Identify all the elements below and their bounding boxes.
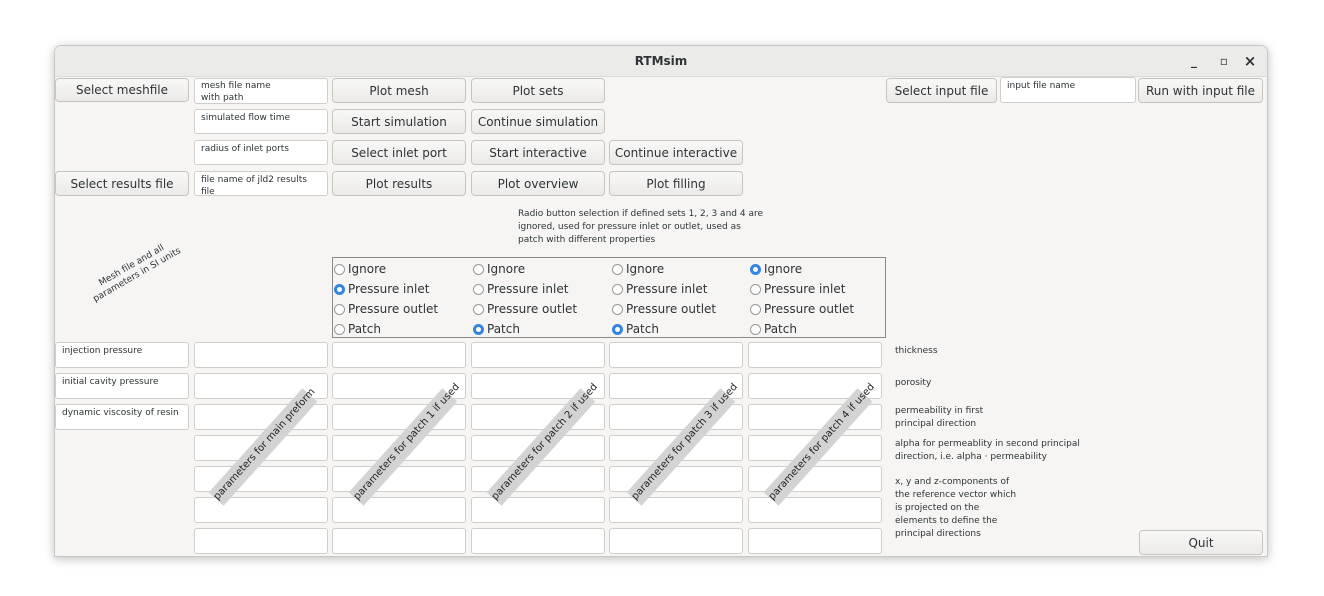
param-input-r1-c3[interactable] [471,342,605,368]
continue-interactive-button[interactable]: Continue interactive [609,140,743,165]
radio-indicator-icon[interactable] [750,263,761,275]
resin-viscosity-label: dynamic viscosity of resin [55,404,189,430]
radio-indicator-icon[interactable] [473,283,484,295]
mesh-file-input[interactable]: mesh file name with path [194,78,328,104]
radio-label: Patch [626,322,659,336]
radio-indicator-icon[interactable] [334,283,345,295]
radio-set1-ignore[interactable]: Ignore [334,259,386,279]
plot-results-button[interactable]: Plot results [332,171,466,196]
param-input-r1-c5[interactable] [748,342,882,368]
radio-selection-note: Radio button selection if defined sets 1… [518,209,763,245]
radio-indicator-icon[interactable] [473,263,484,275]
run-with-input-file-button[interactable]: Run with input file [1138,78,1263,103]
results-file-input[interactable]: file name of jld2 results file [194,171,328,196]
param-input-r1-c4[interactable] [609,342,743,368]
param-input-r7-c2[interactable] [332,528,466,554]
app-window: RTMsim _ ▫ × Select meshfile mesh file n… [54,45,1268,557]
param-input-r6-c4[interactable] [609,497,743,523]
radio-label: Pressure outlet [764,302,855,316]
param-input-r6-c5[interactable] [748,497,882,523]
radio-indicator-icon[interactable] [750,283,761,295]
radio-label: Pressure outlet [626,302,717,316]
porosity-label: porosity [895,378,932,388]
plot-sets-button[interactable]: Plot sets [471,78,605,103]
radio-label: Ignore [348,262,387,276]
simulated-flow-time-input[interactable]: simulated flow time [194,109,328,134]
close-button[interactable]: × [1239,46,1261,76]
start-interactive-button[interactable]: Start interactive [471,140,605,165]
radio-set2-pressure-outlet[interactable]: Pressure outlet [473,299,577,319]
select-input-file-button[interactable]: Select input file [886,78,997,103]
plot-filling-button[interactable]: Plot filling [609,171,743,196]
radio-label: Patch [764,322,797,336]
param-input-r1-c1[interactable] [194,342,328,368]
radio-label: Pressure inlet [348,282,430,296]
inlet-radius-input[interactable]: radius of inlet ports [194,140,328,165]
thickness-label: thickness [895,346,938,356]
radio-set3-ignore[interactable]: Ignore [612,259,664,279]
reference-vector-label: x, y and z-components of the reference v… [895,477,1017,539]
start-simulation-button[interactable]: Start simulation [332,109,466,134]
radio-label: Pressure inlet [487,282,569,296]
radio-indicator-icon[interactable] [750,303,761,315]
select-meshfile-button[interactable]: Select meshfile [55,78,189,102]
radio-set3-pressure-inlet[interactable]: Pressure inlet [612,279,707,299]
radio-set4-patch[interactable]: Patch [750,319,797,339]
minimize-button[interactable]: _ [1183,46,1205,76]
radio-set3-patch[interactable]: Patch [612,319,659,339]
alpha-label: alpha for permeablity in second principa… [895,439,1080,462]
injection-pressure-label: injection pressure [55,342,189,368]
radio-indicator-icon[interactable] [750,323,761,335]
radio-indicator-icon[interactable] [334,303,345,315]
radio-indicator-icon[interactable] [612,263,623,275]
radio-label: Ignore [487,262,526,276]
maximize-button[interactable]: ▫ [1213,46,1235,76]
param-input-r7-c1[interactable] [194,528,328,554]
radio-label: Patch [487,322,520,336]
plot-mesh-button[interactable]: Plot mesh [332,78,466,103]
radio-set3-pressure-outlet[interactable]: Pressure outlet [612,299,716,319]
si-units-note: Mesh file and all parameters in SI units [91,243,183,305]
param-input-r1-c2[interactable] [332,342,466,368]
permeability-label: permeability in first principal directio… [895,406,984,429]
quit-button[interactable]: Quit [1139,530,1263,555]
param-input-r6-c3[interactable] [471,497,605,523]
radio-label: Pressure inlet [626,282,708,296]
param-input-r6-c1[interactable] [194,497,328,523]
param-input-r6-c2[interactable] [332,497,466,523]
radio-set2-ignore[interactable]: Ignore [473,259,525,279]
title-bar[interactable]: RTMsim _ ▫ × [55,46,1267,77]
radio-label: Pressure outlet [348,302,439,316]
radio-indicator-icon[interactable] [473,323,484,335]
plot-overview-button[interactable]: Plot overview [471,171,605,196]
select-inlet-port-button[interactable]: Select inlet port [332,140,466,165]
param-input-r7-c3[interactable] [471,528,605,554]
param-input-r7-c4[interactable] [609,528,743,554]
radio-label: Pressure inlet [764,282,846,296]
radio-set2-pressure-inlet[interactable]: Pressure inlet [473,279,568,299]
radio-set1-pressure-outlet[interactable]: Pressure outlet [334,299,438,319]
radio-set1-pressure-inlet[interactable]: Pressure inlet [334,279,429,299]
radio-indicator-icon[interactable] [473,303,484,315]
radio-label: Pressure outlet [487,302,578,316]
select-results-file-button[interactable]: Select results file [55,171,189,196]
radio-indicator-icon[interactable] [334,263,345,275]
radio-set4-pressure-inlet[interactable]: Pressure inlet [750,279,845,299]
param-input-r7-c5[interactable] [748,528,882,554]
initial-cavity-pressure-label: initial cavity pressure [55,373,189,399]
radio-indicator-icon[interactable] [334,323,345,335]
radio-indicator-icon[interactable] [612,283,623,295]
radio-set4-ignore[interactable]: Ignore [750,259,802,279]
radio-set2-patch[interactable]: Patch [473,319,520,339]
radio-set1-patch[interactable]: Patch [334,319,381,339]
continue-simulation-button[interactable]: Continue simulation [471,109,605,134]
radio-set4-pressure-outlet[interactable]: Pressure outlet [750,299,854,319]
radio-indicator-icon[interactable] [612,303,623,315]
radio-label: Ignore [764,262,803,276]
radio-label: Patch [348,322,381,336]
input-file-name-input[interactable]: input file name [1000,77,1136,103]
window-title: RTMsim [634,54,688,68]
radio-label: Ignore [626,262,665,276]
radio-indicator-icon[interactable] [612,323,623,335]
